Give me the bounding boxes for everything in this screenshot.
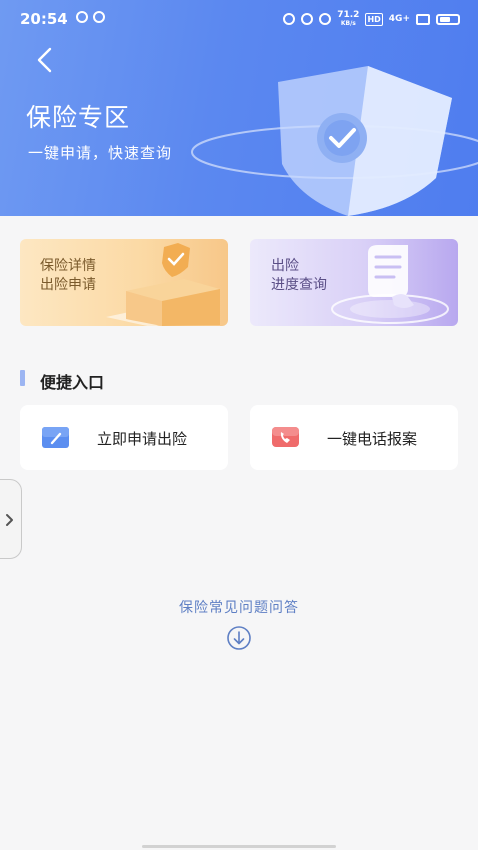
claim-progress-card-text: 出险 进度查询 xyxy=(271,258,327,293)
mic-icon xyxy=(301,13,314,25)
status-time: 20:54 xyxy=(20,10,68,28)
arrow-down-circle-icon[interactable] xyxy=(226,625,252,651)
claim-progress-card[interactable]: 出险 进度查询 xyxy=(250,239,458,326)
wifi-icon xyxy=(416,13,430,25)
page-subtitle: 一键申请，快速查询 xyxy=(28,144,173,162)
chat-icon xyxy=(76,11,88,23)
apply-claim-button[interactable]: 立即申请出险 xyxy=(20,405,228,470)
receipt-illustration xyxy=(331,245,449,324)
faq-link[interactable]: 保险常见问题问答 xyxy=(0,597,478,617)
shield-check-icon xyxy=(191,66,478,216)
page-title: 保险专区 xyxy=(26,103,131,132)
chevron-right-icon xyxy=(6,514,13,526)
shield-box-illustration xyxy=(106,243,220,326)
insurance-details-card[interactable]: 保险详情 出险申请 xyxy=(20,239,228,326)
chevron-left-icon xyxy=(37,47,52,73)
signal-label: 4G+ xyxy=(388,13,410,24)
network-speed: 71.2 KB/s xyxy=(337,10,360,28)
battery-icon xyxy=(436,13,460,25)
apply-claim-label: 立即申请出险 xyxy=(97,430,188,448)
home-indicator xyxy=(142,845,336,848)
phone-icon xyxy=(272,427,299,447)
side-expand-tab[interactable] xyxy=(0,479,22,559)
insurance-details-card-text: 保险详情 出险申请 xyxy=(40,258,96,293)
header-banner: 20:54 71.2 KB/s HD 4G+ 保险专区 一键申请，快速查询 xyxy=(0,0,478,216)
mute-icon xyxy=(319,13,332,25)
status-notification-icons xyxy=(76,11,105,23)
edit-icon xyxy=(42,427,69,448)
sync-icon xyxy=(93,11,105,23)
section-title: 便捷入口 xyxy=(40,373,105,392)
hd-badge: HD xyxy=(365,12,383,26)
status-right-icons: 71.2 KB/s HD 4G+ xyxy=(283,11,460,27)
phone-report-button[interactable]: 一键电话报案 xyxy=(250,405,458,470)
alarm-icon xyxy=(283,13,296,25)
status-bar: 20:54 71.2 KB/s HD 4G+ xyxy=(0,0,478,38)
phone-report-label: 一键电话报案 xyxy=(327,430,418,448)
section-accent-bar xyxy=(20,370,25,386)
back-button[interactable] xyxy=(30,44,62,76)
